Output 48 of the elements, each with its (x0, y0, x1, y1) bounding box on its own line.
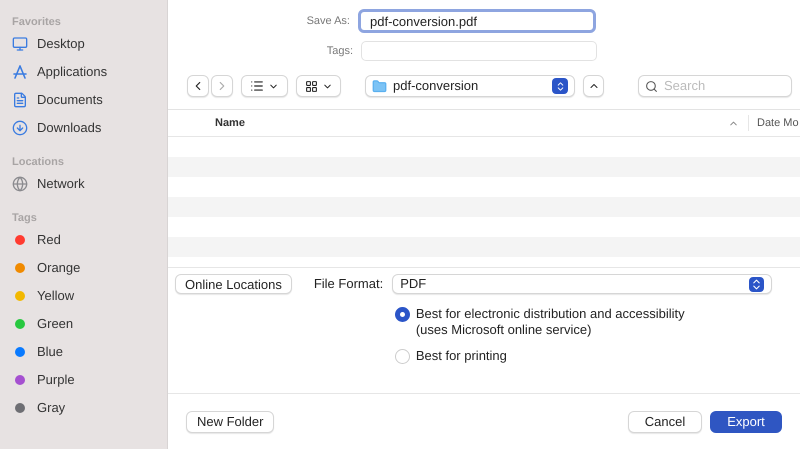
radio-button[interactable] (394, 307, 410, 322)
online-locations-button[interactable]: Online Locations (175, 274, 292, 294)
option-label: Best for electronic distribution and accessibility (uses Microsoft online service) (416, 306, 685, 338)
sidebar-item[interactable]: Blue (12, 338, 167, 366)
monitor-icon (12, 36, 28, 52)
search-icon (645, 80, 658, 92)
new-folder-button[interactable]: New Folder (186, 410, 274, 432)
grid-view-button[interactable] (296, 75, 341, 97)
folder-name: pdf-conversion (393, 77, 480, 96)
sidebar-item[interactable]: Applications (12, 58, 167, 86)
folder-icon (372, 78, 387, 94)
tags-label: Tags: (326, 44, 354, 59)
tags-field[interactable] (361, 41, 597, 61)
cancel-button[interactable]: Cancel (628, 410, 702, 432)
sidebar-section-title: Favorites (12, 15, 62, 30)
sidebar-item[interactable]: Gray (12, 394, 167, 422)
file-format-dropdown[interactable]: PDF (392, 274, 772, 294)
document-icon (12, 92, 28, 108)
file-format-label: File Format: (314, 275, 384, 294)
back-button[interactable] (187, 75, 209, 97)
apps-icon (12, 64, 28, 80)
option-label: Best for printing (416, 348, 507, 364)
sidebar-item[interactable]: Orange (12, 254, 167, 282)
sidebar-item[interactable]: Purple (12, 366, 167, 394)
sidebar-item[interactable]: Network (12, 170, 167, 198)
column-header[interactable]: Date Mo (748, 114, 800, 132)
sidebar-item[interactable]: Downloads (12, 114, 167, 142)
stepper-icon (749, 276, 764, 292)
sidebar-item[interactable]: Desktop (12, 30, 167, 58)
save-as-label: Save As: (306, 14, 351, 29)
export-button[interactable]: Export (710, 410, 782, 432)
enclosing-folder-button[interactable] (583, 75, 604, 97)
globe-icon (12, 176, 28, 192)
grid-icon (304, 80, 318, 92)
folder-dropdown[interactable]: pdf-conversion (365, 75, 575, 97)
sidebar-item[interactable]: Yellow (12, 282, 167, 310)
filename-field[interactable]: pdf-conversion.pdf (358, 9, 596, 33)
list-icon (250, 79, 264, 93)
sidebar-item[interactable]: Green (12, 310, 167, 338)
sidebar-item[interactable]: Documents (12, 86, 167, 114)
download-icon (12, 120, 28, 136)
radio-button[interactable] (394, 349, 410, 364)
list-view-button[interactable] (241, 75, 288, 97)
sidebar-section-title: Locations (12, 155, 65, 170)
sidebar-section-title: Tags (12, 211, 38, 226)
sidebar-item[interactable]: Red (12, 226, 167, 254)
stepper-icon (552, 78, 568, 94)
column-header[interactable]: Name (168, 114, 728, 132)
